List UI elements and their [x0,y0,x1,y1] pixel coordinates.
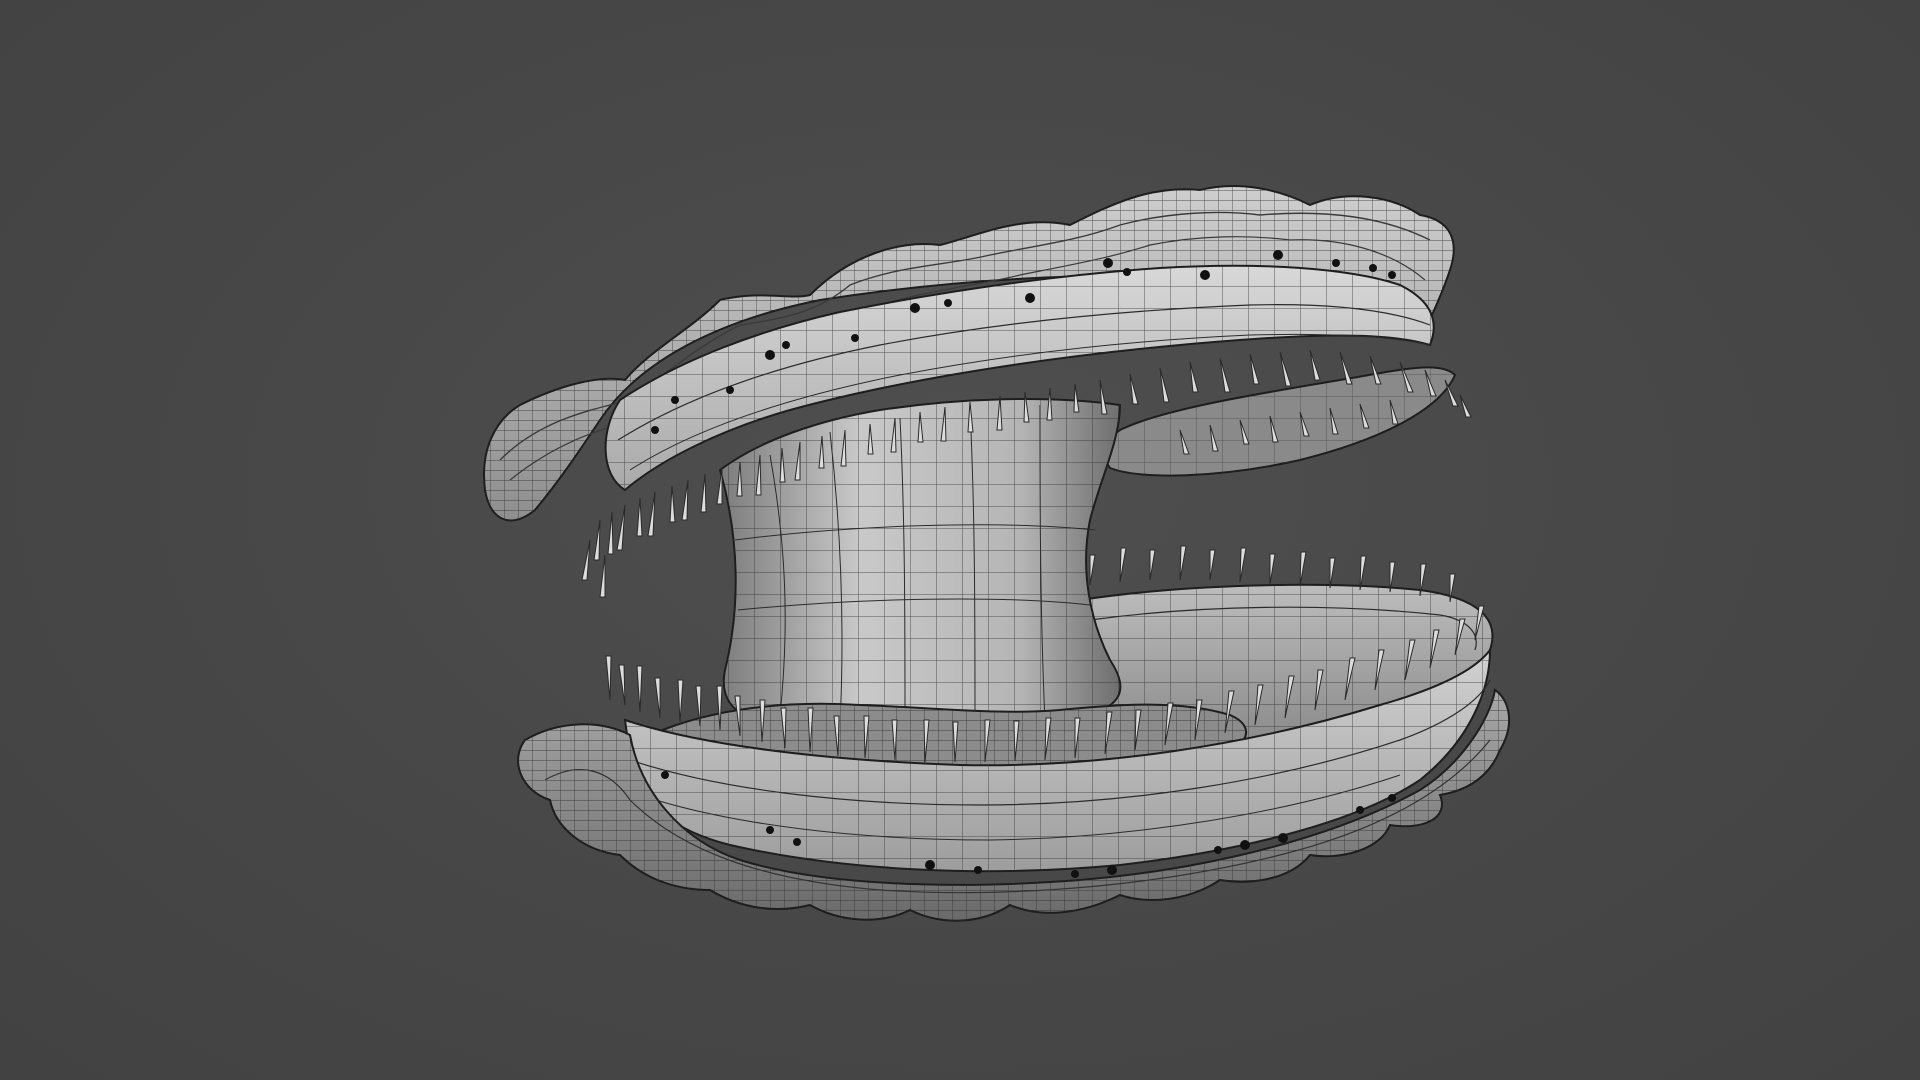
scallop-model-render [483,184,1511,922]
adductor-muscle-stem [718,398,1122,732]
3d-viewport[interactable] [0,0,1920,1080]
